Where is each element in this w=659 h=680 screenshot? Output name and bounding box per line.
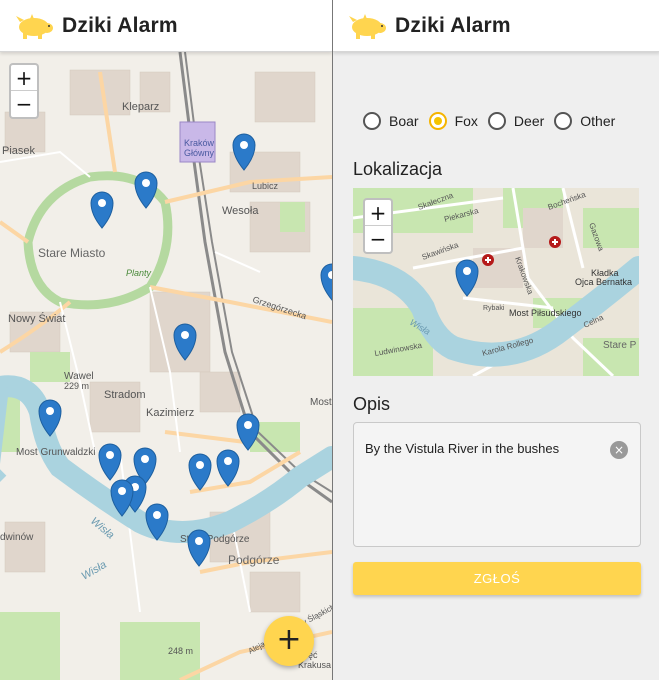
hospital-icon (482, 254, 494, 266)
label-elev-248: 248 m (168, 646, 193, 656)
zoom-out-button[interactable]: − (365, 226, 391, 252)
location-map-canvas[interactable]: Skałeczna Piekarska Skawińska Bocheńska … (353, 188, 639, 376)
radio-deer[interactable]: Deer (487, 112, 545, 130)
top-bar: Dziki Alarm (333, 0, 659, 52)
map-view: Dziki Alarm Kleparz Piasek Kraków Główny… (0, 0, 332, 680)
label-most-pilsudskiego: Most Piłsudskiego (509, 308, 582, 318)
radio-label: Deer (513, 113, 545, 129)
clear-icon[interactable]: × (610, 441, 628, 459)
pane-divider (332, 0, 333, 680)
map-zoom-control: + − (9, 63, 39, 119)
description-field[interactable]: By the Vistula River in the bushes × (353, 422, 641, 547)
label-most: Most (310, 397, 332, 408)
top-bar: Dziki Alarm (0, 0, 332, 52)
radio-boar[interactable]: Boar (363, 112, 419, 130)
zoom-out-button[interactable]: − (11, 91, 37, 117)
label-krakow-glowny-1: Kraków (184, 138, 215, 148)
add-report-button[interactable]: + (264, 616, 314, 666)
label-krakow-glowny-2: Główny (184, 148, 215, 158)
radio-label: Boar (389, 113, 419, 129)
radio-button[interactable] (363, 112, 381, 130)
label-dwinow: dwinów (0, 532, 34, 543)
zoom-in-button[interactable]: + (365, 200, 391, 226)
label-rybaki: Rybaki (483, 305, 505, 312)
label-kleparz: Kleparz (122, 101, 159, 113)
submit-button[interactable]: ZGŁOŚ (353, 562, 641, 595)
app-title: Dziki Alarm (62, 13, 178, 37)
label-kladka-2: Ojca Bernatka (575, 277, 632, 287)
label-kazimierz: Kazimierz (146, 407, 194, 419)
label-most-grunwaldzki: Most Grunwaldzki (16, 447, 95, 458)
location-label: Lokalizacja (353, 159, 443, 179)
label-nowy-swiat: Nowy Świat (8, 312, 65, 325)
label-piasek: Piasek (2, 145, 36, 157)
radio-fox[interactable]: Fox (428, 112, 478, 130)
radio-label: Fox (454, 113, 478, 129)
radio-label: Other (580, 113, 616, 129)
label-podgorze: Podgórze (228, 553, 280, 567)
label-wesola: Wesoła (222, 205, 259, 217)
radio-button[interactable] (428, 112, 447, 130)
label-stradom: Stradom (104, 389, 146, 401)
boar-logo-icon (349, 13, 386, 39)
app-title: Dziki Alarm (395, 13, 511, 37)
label-stare-miasto: Stare Miasto (38, 246, 106, 260)
hospital-icon (549, 236, 561, 248)
app-root: Dziki Alarm Kleparz Piasek Kraków Główny… (0, 0, 659, 680)
label-wawel-elev: 229 m (64, 381, 89, 391)
label-stare-p: Stare P (603, 340, 637, 351)
label-planty: Planty (126, 268, 152, 278)
report-form-view: Dziki Alarm Boar Fox Deer Other Lokaliza… (333, 0, 659, 680)
zoom-in-button[interactable]: + (11, 65, 37, 91)
location-map[interactable]: Skałeczna Piekarska Skawińska Bocheńska … (353, 188, 639, 376)
boar-logo-icon (16, 13, 53, 39)
description-label: Opis (353, 394, 391, 414)
description-text[interactable]: By the Vistula River in the bushes (365, 441, 559, 456)
label-lubicz: Lubicz (252, 181, 279, 191)
location-map-zoom-control: + − (363, 198, 393, 254)
animal-type-radio-group: Boar Fox Deer Other (363, 112, 625, 130)
radio-button[interactable] (487, 112, 506, 130)
city-map[interactable]: Kleparz Piasek Kraków Główny Lubicz Weso… (0, 52, 332, 680)
radio-other[interactable]: Other (554, 112, 615, 130)
radio-button[interactable] (554, 112, 573, 130)
